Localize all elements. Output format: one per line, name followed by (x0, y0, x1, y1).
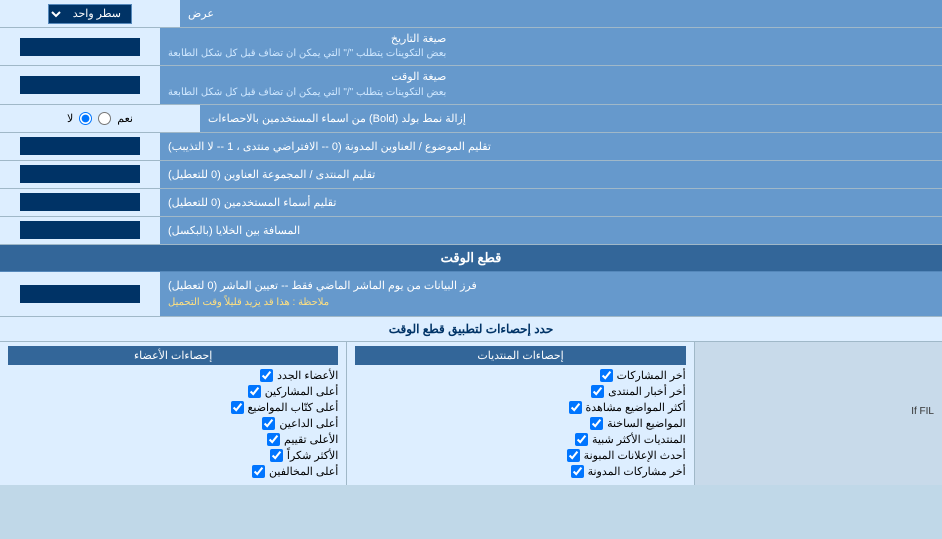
stats-members-header: إحصاءات الأعضاء (8, 346, 338, 365)
input-date-format[interactable]: d-m (0, 28, 160, 65)
input-forum[interactable]: 33 (0, 161, 160, 188)
stats-members-label-3: أعلى الداعين (279, 417, 338, 430)
row-cutoff: فرز البيانات من يوم الماشر الماضي فقط --… (0, 272, 942, 317)
stats-members-check-2[interactable] (231, 401, 244, 414)
stats-forums-label-5: أحدث الإعلانات المبونة (584, 449, 686, 462)
cutoff-input[interactable]: 0 (20, 285, 140, 303)
stats-forums-item-6: أخر مشاركات المدونة (355, 465, 685, 478)
spacing-input[interactable]: 2 (20, 221, 140, 239)
stats-forums-check-5[interactable] (567, 449, 580, 462)
input-spacing[interactable]: 2 (0, 217, 160, 244)
stats-note-col: If FIL (694, 342, 942, 485)
radio-yes-label: نعم (117, 112, 133, 125)
stats-forums-check-4[interactable] (575, 433, 588, 446)
row-time-format: صيغة الوقت بعض التكوينات يتطلب "/" التي … (0, 66, 942, 104)
radio-bold-wrapper: نعم لا (0, 105, 200, 132)
stats-members-label-5: الأكثر شكراً (287, 449, 338, 462)
stats-members-check-5[interactable] (270, 449, 283, 462)
label-date-format: صيغة التاريخ بعض التكوينات يتطلب "/" الت… (160, 28, 942, 65)
stats-members-label-0: الأعضاء الجدد (277, 369, 338, 382)
input-display[interactable]: سطر واحد سطرين ثلاثة اسطر (0, 0, 180, 27)
stats-members-col: إحصاءات الأعضاء الأعضاء الجدد أعلى المشا… (0, 342, 346, 485)
input-subject[interactable]: 33 (0, 133, 160, 160)
main-container: عرض سطر واحد سطرين ثلاثة اسطر صيغة التار… (0, 0, 942, 485)
section-header-cutoff: قطع الوقت (0, 245, 942, 272)
radio-bold-no[interactable] (79, 112, 92, 125)
stats-note: If FIL (703, 346, 934, 417)
stats-forums-label-4: المنتديات الأكثر شبية (592, 433, 686, 446)
row-subject: تقليم الموضوع / العناوين المدونة (0 -- ا… (0, 133, 942, 161)
stats-forums-item-2: أكثر المواضيع مشاهدة (355, 401, 685, 414)
stats-members-check-4[interactable] (267, 433, 280, 446)
input-cutoff[interactable]: 0 (0, 272, 160, 316)
stats-forums-check-3[interactable] (590, 417, 603, 430)
stats-forums-label-3: المواضيع الساخنة (607, 417, 686, 430)
row-spacing: المسافة بين الخلايا (بالبكسل) 2 (0, 217, 942, 245)
stats-members-item-0: الأعضاء الجدد (8, 369, 338, 382)
stats-forums-label-6: أخر مشاركات المدونة (588, 465, 686, 478)
label-display: عرض (180, 0, 942, 27)
radio-bold-yes[interactable] (98, 112, 111, 125)
row-forum: تقليم المنتدى / المجموعة العناوين (0 للت… (0, 161, 942, 189)
stats-members-check-0[interactable] (260, 369, 273, 382)
radio-no-label: لا (67, 112, 73, 125)
stats-forums-check-0[interactable] (600, 369, 613, 382)
time-format-input[interactable]: H:i (20, 76, 140, 94)
label-spacing: المسافة بين الخلايا (بالبكسل) (160, 217, 942, 244)
stats-members-item-6: أعلى المخالفين (8, 465, 338, 478)
label-subject: تقليم الموضوع / العناوين المدونة (0 -- ا… (160, 133, 942, 160)
row-bold: إزالة نمط بولد (Bold) من اسماء المستخدمي… (0, 105, 942, 133)
stats-forums-check-1[interactable] (591, 385, 604, 398)
stats-members-item-3: أعلى الداعين (8, 417, 338, 430)
stats-forums-label-1: أخر أخبار المنتدى (608, 385, 686, 398)
stats-members-item-2: أعلى كتّاب المواضيع (8, 401, 338, 414)
stats-forums-label-2: أكثر المواضيع مشاهدة (586, 401, 686, 414)
row-usernames: تقليم أسماء المستخدمين (0 للتعطيل) 0 (0, 189, 942, 217)
stats-forums-item-3: المواضيع الساخنة (355, 417, 685, 430)
label-time-format: صيغة الوقت بعض التكوينات يتطلب "/" التي … (160, 66, 942, 103)
stats-members-check-3[interactable] (262, 417, 275, 430)
stats-members-item-1: أعلى المشاركين (8, 385, 338, 398)
stats-members-check-1[interactable] (248, 385, 261, 398)
stats-container: If FIL إحصاءات المنتديات أخر المشاركات أ… (0, 342, 942, 485)
stats-forums-label-0: أخر المشاركات (617, 369, 686, 382)
row-display: عرض سطر واحد سطرين ثلاثة اسطر (0, 0, 942, 28)
stats-members-label-4: الأعلى تقييم (284, 433, 338, 446)
input-usernames[interactable]: 0 (0, 189, 160, 216)
stats-members-label-6: أعلى المخالفين (269, 465, 338, 478)
date-format-input[interactable]: d-m (20, 38, 140, 56)
stats-members-item-5: الأكثر شكراً (8, 449, 338, 462)
label-bold: إزالة نمط بولد (Bold) من اسماء المستخدمي… (200, 105, 942, 132)
stats-members-check-6[interactable] (252, 465, 265, 478)
stats-forums-col: إحصاءات المنتديات أخر المشاركات أخر أخبا… (346, 342, 693, 485)
label-cutoff: فرز البيانات من يوم الماشر الماضي فقط --… (160, 272, 942, 316)
stats-forums-item-5: أحدث الإعلانات المبونة (355, 449, 685, 462)
display-select[interactable]: سطر واحد سطرين ثلاثة اسطر (48, 4, 132, 24)
subject-input[interactable]: 33 (20, 137, 140, 155)
stats-forums-header: إحصاءات المنتديات (355, 346, 685, 365)
stats-members-label-2: أعلى كتّاب المواضيع (248, 401, 339, 414)
row-date-format: صيغة التاريخ بعض التكوينات يتطلب "/" الت… (0, 28, 942, 66)
stats-forums-item-4: المنتديات الأكثر شبية (355, 433, 685, 446)
stats-forums-item-0: أخر المشاركات (355, 369, 685, 382)
usernames-input[interactable]: 0 (20, 193, 140, 211)
label-usernames: تقليم أسماء المستخدمين (0 للتعطيل) (160, 189, 942, 216)
stats-forums-check-6[interactable] (571, 465, 584, 478)
input-time-format[interactable]: H:i (0, 66, 160, 103)
radio-bold-cell: نعم لا (59, 110, 141, 127)
stats-forums-check-2[interactable] (569, 401, 582, 414)
label-forum: تقليم المنتدى / المجموعة العناوين (0 للت… (160, 161, 942, 188)
stats-section-header: حدد إحصاءات لتطبيق قطع الوقت (0, 317, 942, 342)
stats-members-item-4: الأعلى تقييم (8, 433, 338, 446)
forum-input[interactable]: 33 (20, 165, 140, 183)
stats-forums-item-1: أخر أخبار المنتدى (355, 385, 685, 398)
stats-members-label-1: أعلى المشاركين (265, 385, 339, 398)
